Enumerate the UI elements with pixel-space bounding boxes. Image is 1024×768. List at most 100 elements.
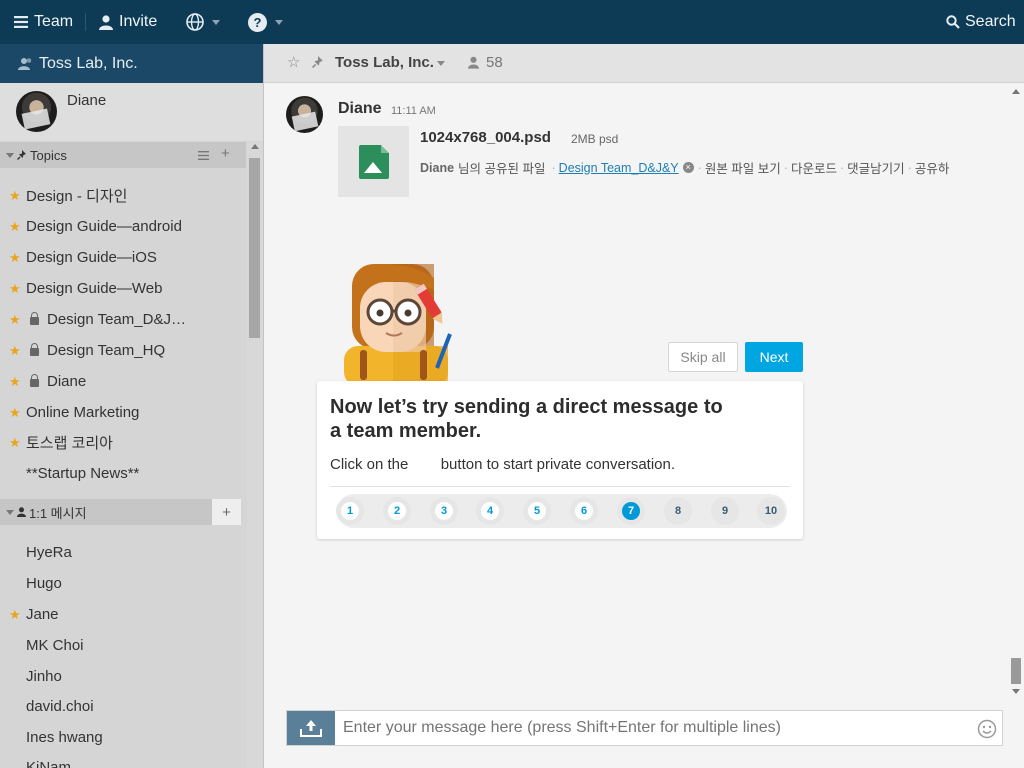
scroll-up-arrow-icon[interactable]: [1012, 89, 1020, 94]
dm-label: KiNam: [26, 759, 72, 768]
sidebar-topic-item[interactable]: ★ Design - 디자인: [0, 180, 246, 211]
team-switcher[interactable]: Toss Lab, Inc.: [0, 44, 263, 83]
share-link[interactable]: 공유하: [915, 158, 950, 177]
help-menu-button[interactable]: ?: [248, 0, 283, 44]
tutorial-body: Click on the button to start private con…: [330, 456, 675, 473]
profile-card[interactable]: Diane: [0, 83, 263, 141]
dm-label: Jinho: [26, 668, 62, 685]
scroll-up-arrow-icon[interactable]: [251, 144, 259, 149]
next-button[interactable]: Next: [745, 342, 803, 372]
sidebar-dm-item[interactable]: ★ Jane: [0, 599, 246, 630]
sidebar-dm-item[interactable]: HyeRa: [0, 537, 246, 568]
new-direct-message-button[interactable]: +: [212, 499, 241, 525]
sidebar-topic-item[interactable]: ★ Design Team_HQ: [0, 335, 246, 366]
sidebar-topic-item[interactable]: ★ Design Guide—Web: [0, 273, 246, 304]
topbar-divider: [85, 13, 86, 31]
upload-button[interactable]: [287, 711, 335, 745]
file-name[interactable]: 1024x768_004.psd: [420, 129, 551, 146]
sidebar-dm-item[interactable]: MK Choi: [0, 630, 246, 661]
sidebar-topic-item[interactable]: ★ 토스랩 코리아: [0, 427, 246, 458]
step-number: 9: [721, 505, 729, 517]
sidebar-topic-item[interactable]: ★ Design Guide—android: [0, 211, 246, 242]
emoji-icon[interactable]: [977, 719, 997, 739]
top-navigation-bar: Team Invite ? Search: [0, 0, 1024, 44]
star-icon[interactable]: ★: [9, 435, 21, 451]
topic-label: Design Guide—iOS: [26, 249, 157, 266]
message-input[interactable]: [343, 716, 963, 740]
topics-section-header[interactable]: Topics +: [0, 142, 246, 168]
lock-icon: [30, 312, 39, 325]
user-icon: [17, 507, 26, 517]
scroll-down-arrow-icon[interactable]: [1012, 689, 1020, 694]
step-6[interactable]: 6: [570, 497, 598, 525]
sidebar-topic-item[interactable]: ★ Diane: [0, 366, 246, 397]
star-icon[interactable]: ★: [9, 607, 21, 623]
dot-separator: ·: [697, 160, 702, 175]
step-number: 5: [528, 502, 546, 520]
step-2[interactable]: 2: [383, 497, 411, 525]
view-original-link[interactable]: 원본 파일 보기: [705, 158, 781, 177]
pin-icon[interactable]: [312, 56, 324, 68]
step-7[interactable]: 7: [617, 497, 645, 525]
sidebar-topic-item[interactable]: ★ Online Marketing: [0, 397, 246, 428]
step-number: 2: [388, 502, 406, 520]
star-icon[interactable]: ★: [9, 343, 21, 359]
star-outline-icon[interactable]: ☆: [287, 53, 300, 71]
topic-label: Design Team_HQ: [47, 342, 166, 359]
step-4[interactable]: 4: [476, 497, 504, 525]
chevron-down-icon[interactable]: [437, 61, 445, 66]
file-thumbnail[interactable]: [338, 126, 409, 197]
sidebar-dm-item[interactable]: Hugo: [0, 568, 246, 599]
members-icon[interactable]: [468, 56, 479, 69]
shared-topic-link[interactable]: Design Team_D&J&Y: [559, 161, 679, 175]
star-icon[interactable]: ★: [9, 219, 21, 235]
list-icon[interactable]: [198, 151, 209, 160]
skip-all-button[interactable]: Skip all: [668, 342, 738, 372]
star-icon[interactable]: ★: [9, 312, 21, 328]
sidebar-dm-item[interactable]: KiNam: [0, 752, 246, 768]
file-meta: 2MB psd: [571, 132, 619, 146]
star-icon[interactable]: ★: [9, 188, 21, 204]
message-scrollbar-thumb[interactable]: [1011, 658, 1021, 684]
sidebar-dm-item[interactable]: david.choi: [0, 691, 246, 722]
comment-link[interactable]: 댓글남기기: [847, 158, 905, 177]
tutorial-title: Now let’s try sending a direct message t…: [330, 395, 723, 443]
tutorial-body-after: button to start private conversation.: [440, 456, 676, 473]
team-menu-button[interactable]: Team: [14, 0, 73, 44]
step-10[interactable]: 10: [757, 497, 785, 525]
sidebar-scrollbar-thumb[interactable]: [249, 158, 260, 338]
add-topic-icon[interactable]: +: [221, 145, 230, 162]
sidebar-topic-item[interactable]: ★ Design Guide—iOS: [0, 242, 246, 273]
message-author[interactable]: Diane: [338, 100, 382, 118]
topics-section-title: Topics: [30, 147, 67, 163]
team-name: Toss Lab, Inc.: [39, 54, 138, 72]
sidebar-topic-item[interactable]: ★ Design Team_D&J…: [0, 304, 246, 335]
search-button[interactable]: Search: [946, 0, 1016, 44]
step-5[interactable]: 5: [523, 497, 551, 525]
direct-messages-section-header[interactable]: 1:1 메시지: [0, 499, 212, 525]
star-icon[interactable]: ★: [9, 281, 21, 297]
step-3[interactable]: 3: [430, 497, 458, 525]
channel-name[interactable]: Toss Lab, Inc.: [335, 54, 434, 71]
message-composer: [286, 710, 1003, 746]
sidebar-dm-item[interactable]: Jinho: [0, 661, 246, 692]
unshare-icon[interactable]: ×: [682, 162, 694, 173]
invite-button[interactable]: Invite: [99, 0, 157, 44]
step-9[interactable]: 9: [711, 497, 739, 525]
download-link[interactable]: 다운로드: [791, 158, 837, 177]
star-icon[interactable]: ★: [9, 250, 21, 266]
lock-icon: [30, 343, 39, 356]
step-1[interactable]: 1: [336, 497, 364, 525]
language-menu-button[interactable]: [186, 0, 220, 44]
star-icon[interactable]: ★: [9, 374, 21, 390]
step-8[interactable]: 8: [664, 497, 692, 525]
star-icon[interactable]: ★: [9, 405, 21, 421]
lock-icon: [30, 374, 39, 387]
sidebar-topic-item[interactable]: **Startup News**: [0, 458, 246, 489]
collapse-icon: [6, 509, 14, 515]
upload-icon: [300, 720, 322, 737]
sidebar-dm-item[interactable]: Ines hwang: [0, 722, 246, 753]
dm-label: MK Choi: [26, 637, 84, 654]
member-count[interactable]: 58: [486, 54, 503, 71]
message-scrollbar[interactable]: [1008, 84, 1024, 699]
